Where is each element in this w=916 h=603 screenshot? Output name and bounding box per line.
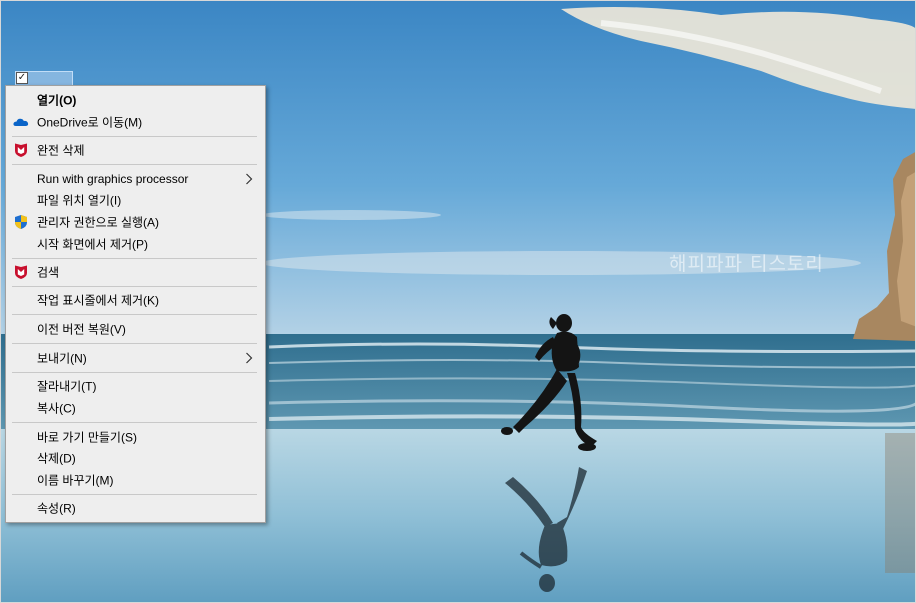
menu-item-label: 잘라내기(T) bbox=[37, 379, 97, 394]
checkbox-icon[interactable]: ✓ bbox=[16, 72, 28, 84]
menu-item-label: 이름 바꾸기(M) bbox=[37, 473, 114, 488]
menu-item-label: 검색 bbox=[37, 265, 60, 280]
menu-item-remove-start[interactable]: 시작 화면에서 제거(P) bbox=[6, 233, 265, 255]
mcafee-shield-icon bbox=[13, 264, 29, 280]
menu-item-label: Run with graphics processor bbox=[37, 172, 189, 186]
uac-shield-icon bbox=[13, 214, 29, 230]
menu-item-permanent-delete[interactable]: 완전 삭제 bbox=[6, 139, 265, 161]
cloud-icon bbox=[13, 114, 29, 130]
watermark-text: 해피파파 티스토리 bbox=[669, 253, 824, 275]
menu-item-label: 보내기(N) bbox=[37, 351, 87, 366]
desktop-screen: 해피파파 티스토리 ✓ 열기(O) OneDrive로 이동(M) 완전 삭제 … bbox=[0, 0, 916, 603]
menu-separator bbox=[12, 286, 257, 287]
menu-item-create-shortcut[interactable]: 바로 가기 만들기(S) bbox=[6, 426, 265, 448]
menu-separator bbox=[12, 422, 257, 423]
menu-item-cut[interactable]: 잘라내기(T) bbox=[6, 375, 265, 397]
menu-item-label: 작업 표시줄에서 제거(K) bbox=[37, 293, 160, 308]
chevron-right-icon bbox=[245, 352, 253, 364]
menu-item-remove-taskbar[interactable]: 작업 표시줄에서 제거(K) bbox=[6, 289, 265, 311]
menu-item-move-onedrive[interactable]: OneDrive로 이동(M) bbox=[6, 111, 265, 133]
menu-item-label: 이전 버전 복원(V) bbox=[37, 322, 126, 337]
menu-separator bbox=[12, 164, 257, 165]
menu-item-label: 완전 삭제 bbox=[37, 143, 85, 158]
menu-separator bbox=[12, 136, 257, 137]
menu-separator bbox=[12, 343, 257, 344]
menu-separator bbox=[12, 494, 257, 495]
menu-item-label: 관리자 권한으로 실행(A) bbox=[37, 215, 160, 230]
mcafee-shield-icon bbox=[13, 142, 29, 158]
menu-item-label: 시작 화면에서 제거(P) bbox=[37, 237, 148, 252]
menu-item-label: 복사(C) bbox=[37, 401, 76, 416]
menu-item-copy[interactable]: 복사(C) bbox=[6, 397, 265, 419]
context-menu: 열기(O) OneDrive로 이동(M) 완전 삭제 Run with gra… bbox=[5, 85, 266, 523]
menu-item-restore-versions[interactable]: 이전 버전 복원(V) bbox=[6, 318, 265, 340]
menu-item-send-to[interactable]: 보내기(N) bbox=[6, 347, 265, 369]
chevron-right-icon bbox=[245, 173, 253, 185]
menu-item-search[interactable]: 검색 bbox=[6, 261, 265, 283]
menu-item-run-gpu[interactable]: Run with graphics processor bbox=[6, 168, 265, 190]
menu-separator bbox=[12, 314, 257, 315]
menu-item-open[interactable]: 열기(O) bbox=[6, 89, 265, 111]
menu-item-open-location[interactable]: 파일 위치 열기(I) bbox=[6, 189, 265, 211]
menu-item-label: 바로 가기 만들기(S) bbox=[37, 430, 137, 445]
menu-item-label: 속성(R) bbox=[37, 501, 76, 516]
menu-separator bbox=[12, 372, 257, 373]
menu-item-label: 열기(O) bbox=[37, 93, 77, 108]
menu-separator bbox=[12, 258, 257, 259]
menu-item-delete[interactable]: 삭제(D) bbox=[6, 447, 265, 469]
menu-item-run-as-admin[interactable]: 관리자 권한으로 실행(A) bbox=[6, 211, 265, 233]
menu-item-label: OneDrive로 이동(M) bbox=[37, 115, 143, 130]
menu-item-label: 파일 위치 열기(I) bbox=[37, 193, 122, 208]
menu-item-label: 삭제(D) bbox=[37, 451, 76, 466]
menu-item-rename[interactable]: 이름 바꾸기(M) bbox=[6, 469, 265, 491]
menu-item-properties[interactable]: 속성(R) bbox=[6, 497, 265, 519]
